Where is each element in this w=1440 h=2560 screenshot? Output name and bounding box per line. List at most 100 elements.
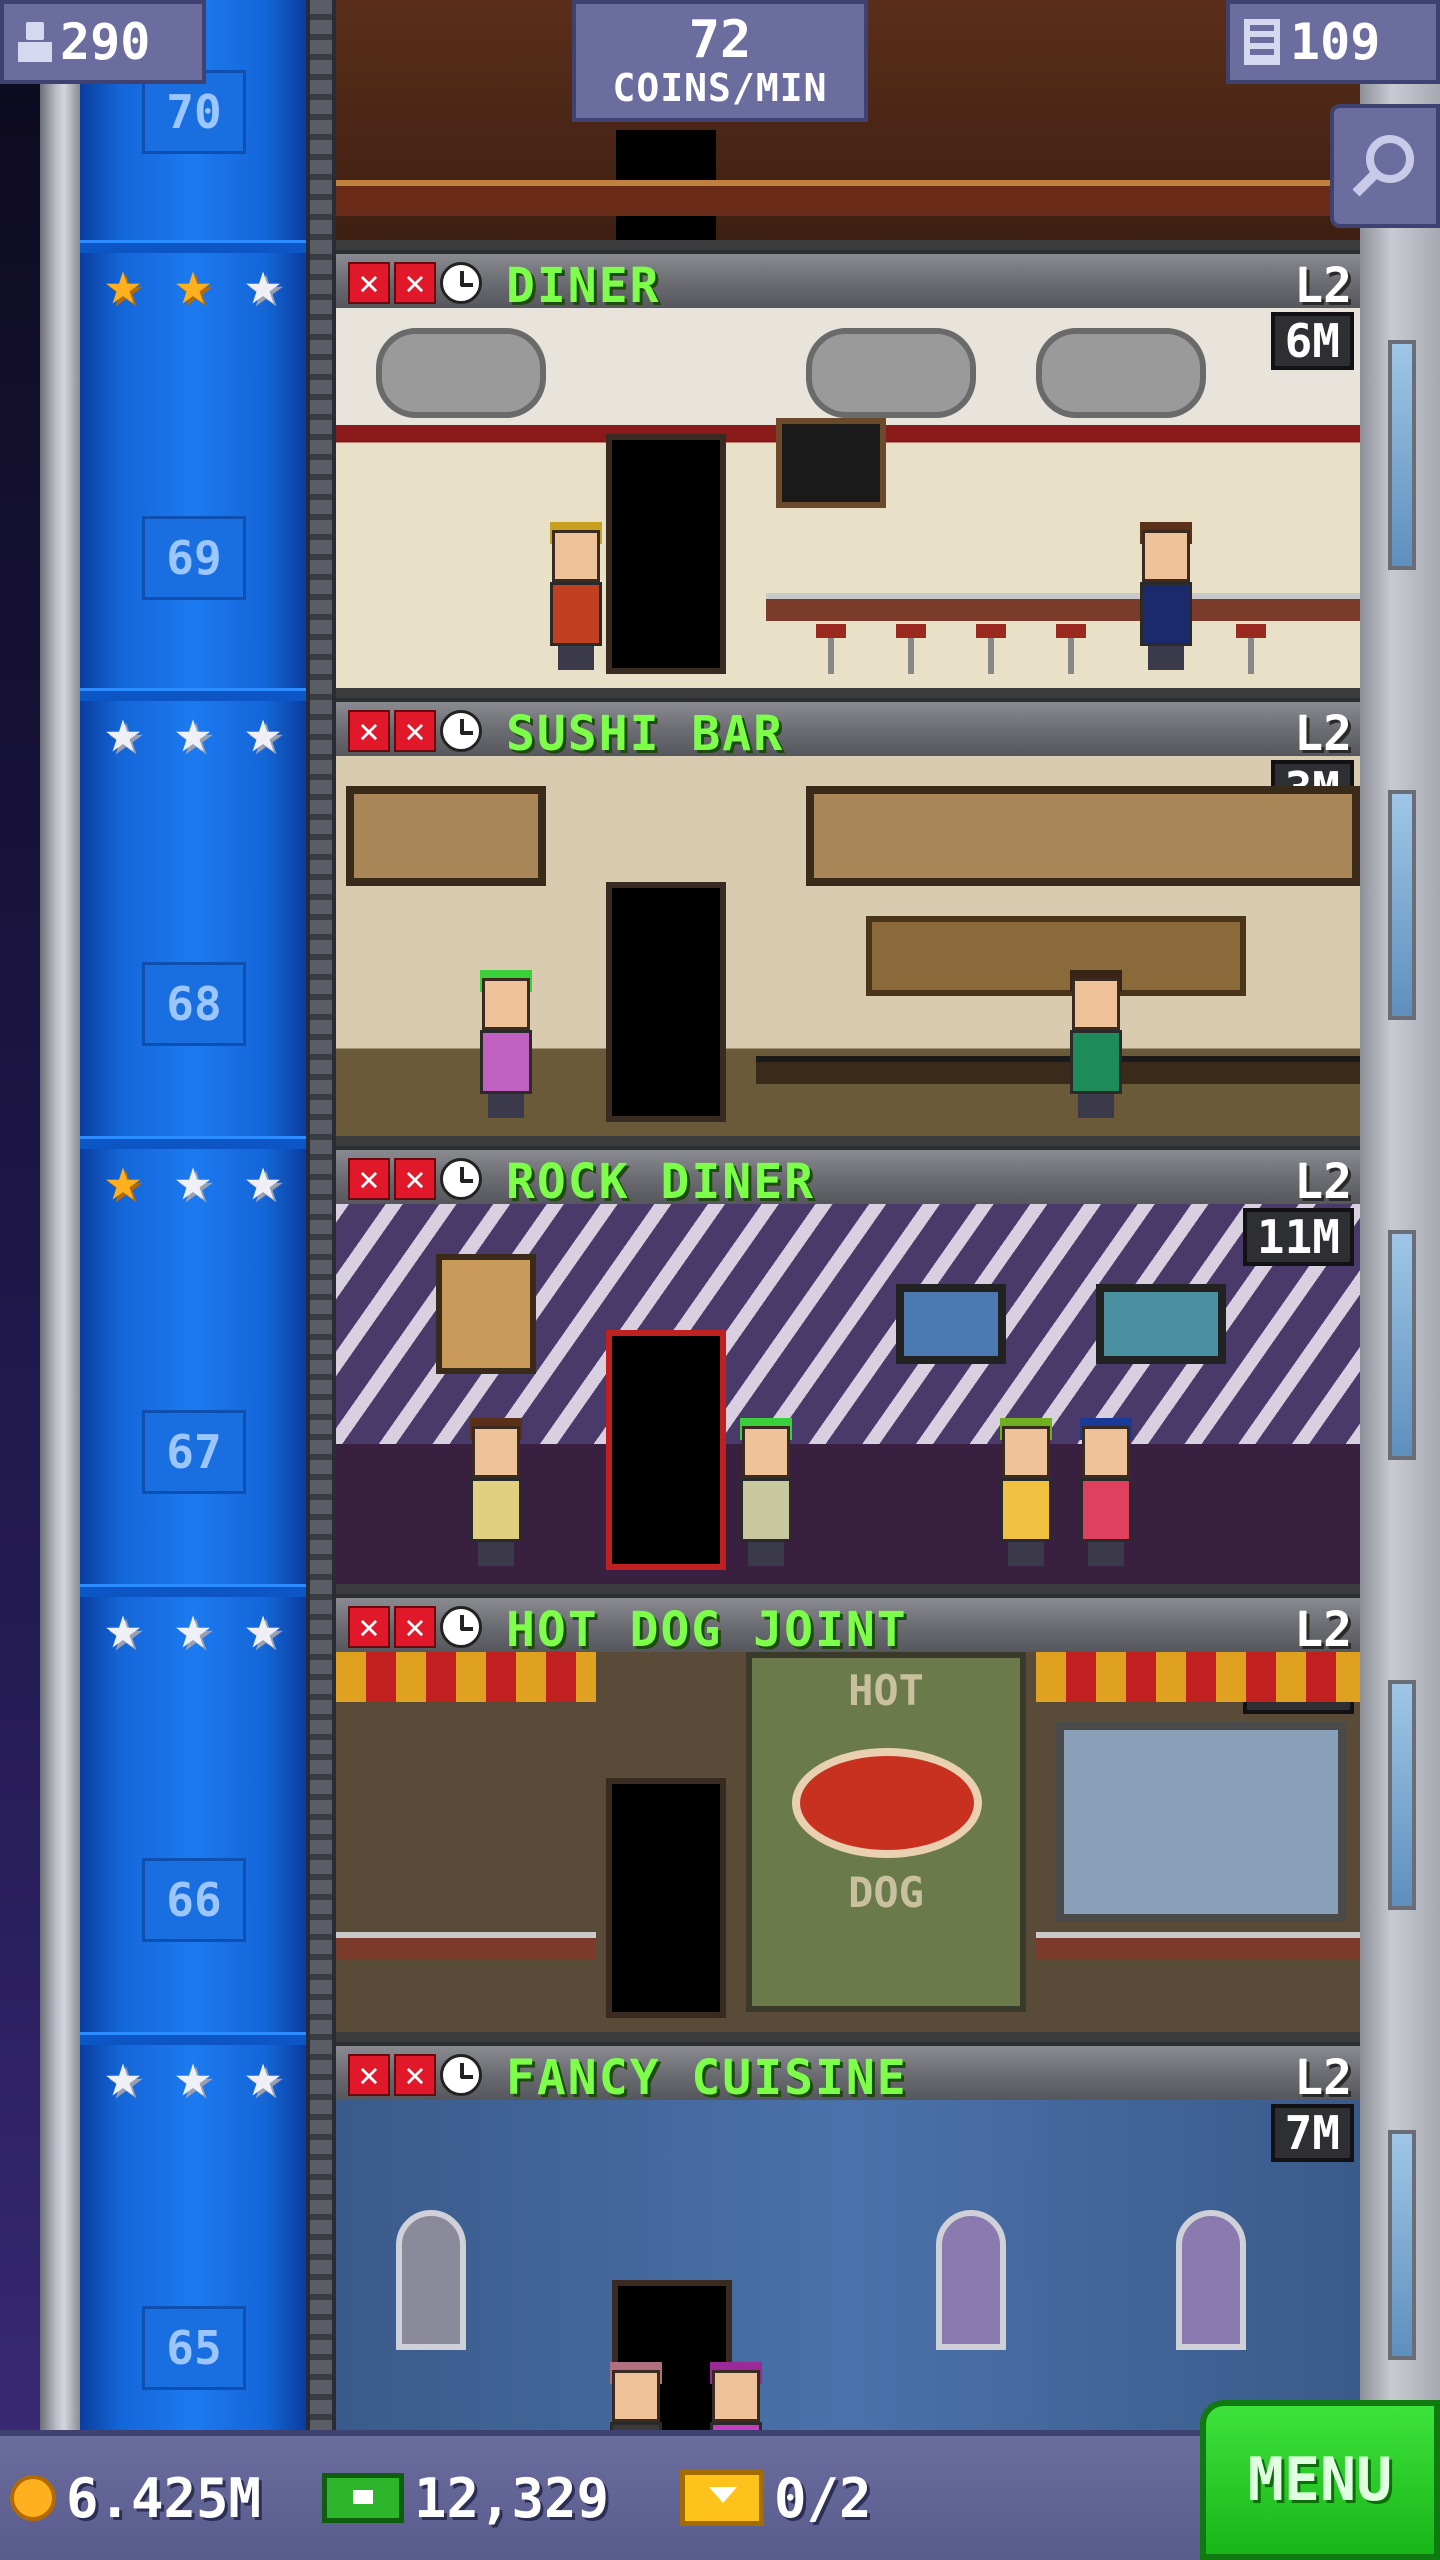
space-background bbox=[0, 0, 40, 2560]
arched-window bbox=[396, 2210, 466, 2350]
search-button[interactable] bbox=[1330, 104, 1440, 228]
star-icon: ★ bbox=[104, 1142, 142, 1215]
person bbox=[466, 1418, 526, 1566]
clock-icon bbox=[440, 262, 482, 304]
awning bbox=[336, 1652, 596, 1702]
x-icon: ✕ bbox=[348, 2054, 390, 2096]
person bbox=[1066, 970, 1126, 1118]
person bbox=[996, 1418, 1056, 1566]
star-icon: ★ bbox=[244, 1142, 282, 1215]
window-panel bbox=[806, 786, 1360, 886]
hot-dog-sign: HOT DOG bbox=[746, 1652, 1026, 2012]
sign-text-hot: HOT bbox=[848, 1666, 924, 1715]
door bbox=[606, 882, 726, 1122]
bux-icon bbox=[322, 2473, 404, 2523]
stool bbox=[1236, 624, 1266, 674]
coins-per-min: 72 COINS/MIN bbox=[572, 0, 868, 122]
window-oval bbox=[806, 328, 976, 418]
floor-rock-diner[interactable]: ✕ ✕ ROCK DINER L2 11M bbox=[336, 1146, 1360, 1594]
person bbox=[476, 970, 536, 1118]
floor-hot-dog-joint[interactable]: ✕ ✕ HOT DOG JOINT L2 22M HOT DOG bbox=[336, 1594, 1360, 2042]
arched-window bbox=[1176, 2210, 1246, 2350]
floor-interior bbox=[336, 308, 1360, 688]
floor-number-65: 65 bbox=[142, 2306, 246, 2390]
shaft-divider bbox=[80, 1136, 306, 1149]
bux-value: 12,329 bbox=[414, 2466, 610, 2530]
counter bbox=[336, 180, 1360, 216]
star-icon: ★ bbox=[174, 1590, 212, 1663]
floor-sushi-bar[interactable]: ✕ ✕ SUSHI BAR L2 3M bbox=[336, 698, 1360, 1146]
population-value: 290 bbox=[60, 13, 151, 71]
shaft-divider bbox=[80, 688, 306, 701]
floor-name: ROCK DINER bbox=[506, 1154, 815, 1210]
floors-counter[interactable]: 109 bbox=[1226, 0, 1440, 84]
hot-dog-plate bbox=[792, 1748, 982, 1858]
floors-value: 109 bbox=[1290, 13, 1381, 71]
floor-level: L2 bbox=[1294, 706, 1352, 762]
coin-icon bbox=[10, 2475, 56, 2521]
population-counter[interactable]: 290 bbox=[0, 0, 206, 84]
floor-header: ✕ ✕ FANCY CUISINE L2 bbox=[336, 2042, 1360, 2106]
counter bbox=[1036, 1932, 1360, 1960]
x-icon: ✕ bbox=[348, 710, 390, 752]
floor-fancy-cuisine[interactable]: ✕ ✕ FANCY CUISINE L2 7M bbox=[336, 2042, 1360, 2430]
poster bbox=[436, 1254, 536, 1374]
window-panel bbox=[346, 786, 546, 886]
door bbox=[606, 434, 726, 674]
floor-66-stars: ★ ★ ★ bbox=[92, 1596, 302, 1666]
floor-level: L2 bbox=[1294, 1602, 1352, 1658]
door bbox=[606, 1330, 726, 1570]
star-icon: ★ bbox=[104, 694, 142, 767]
tickets-balance[interactable]: 0/2 bbox=[680, 2436, 872, 2560]
star-icon: ★ bbox=[244, 246, 282, 319]
menu-button[interactable]: MENU bbox=[1200, 2400, 1440, 2560]
x-icon: ✕ bbox=[394, 1158, 436, 1200]
floor-name: SUSHI BAR bbox=[506, 706, 785, 762]
x-icon: ✕ bbox=[394, 1606, 436, 1648]
floor-level: L2 bbox=[1294, 258, 1352, 314]
awning bbox=[1036, 1652, 1360, 1702]
window bbox=[1388, 2130, 1416, 2360]
floor-number-67: 67 bbox=[142, 1410, 246, 1494]
window bbox=[1388, 790, 1416, 1020]
shaft-divider bbox=[80, 1584, 306, 1597]
person bbox=[546, 522, 606, 670]
coins-per-min-value: 72 bbox=[688, 10, 752, 70]
floor-header: ✕ ✕ DINER L2 bbox=[336, 250, 1360, 314]
bux-balance[interactable]: 12,329 bbox=[322, 2436, 609, 2560]
building-icon bbox=[1244, 19, 1280, 65]
floor-name: DINER bbox=[506, 258, 661, 314]
floor-interior: HOT DOG bbox=[336, 1652, 1360, 2032]
star-icon: ★ bbox=[174, 694, 212, 767]
floor-diner[interactable]: ✕ ✕ DINER L2 6M bbox=[336, 250, 1360, 698]
window-oval bbox=[1036, 328, 1206, 418]
star-icon: ★ bbox=[244, 2038, 282, 2111]
floor-number-66: 66 bbox=[142, 1858, 246, 1942]
sign-text-dog: DOG bbox=[848, 1868, 924, 1917]
floor-69-stars: ★ ★ ★ bbox=[92, 252, 302, 322]
stool bbox=[896, 624, 926, 674]
ticket-icon bbox=[680, 2470, 764, 2526]
floor-header: ✕ ✕ SUSHI BAR L2 bbox=[336, 698, 1360, 762]
window bbox=[1388, 1680, 1416, 1910]
star-icon: ★ bbox=[174, 2038, 212, 2111]
tv-screen bbox=[896, 1284, 1006, 1364]
x-icon: ✕ bbox=[348, 262, 390, 304]
floor-level: L2 bbox=[1294, 1154, 1352, 1210]
person bbox=[736, 1418, 796, 1566]
building-right-wall bbox=[1360, 0, 1440, 2430]
floor-67-stars: ★ ★ ★ bbox=[92, 1148, 302, 1218]
counter bbox=[766, 593, 1360, 621]
floor-level: L2 bbox=[1294, 2050, 1352, 2106]
building-left-wall bbox=[40, 0, 80, 2430]
elevator-rail bbox=[306, 0, 336, 2430]
x-icon: ✕ bbox=[348, 1606, 390, 1648]
person bbox=[1076, 1418, 1136, 1566]
floor-name: FANCY CUISINE bbox=[506, 2050, 908, 2106]
floor-interior bbox=[336, 756, 1360, 1136]
star-icon: ★ bbox=[174, 246, 212, 319]
counter bbox=[336, 1932, 596, 1960]
clock-icon bbox=[440, 1158, 482, 1200]
coins-balance[interactable]: 6.425M bbox=[10, 2436, 261, 2560]
arched-window bbox=[936, 2210, 1006, 2350]
